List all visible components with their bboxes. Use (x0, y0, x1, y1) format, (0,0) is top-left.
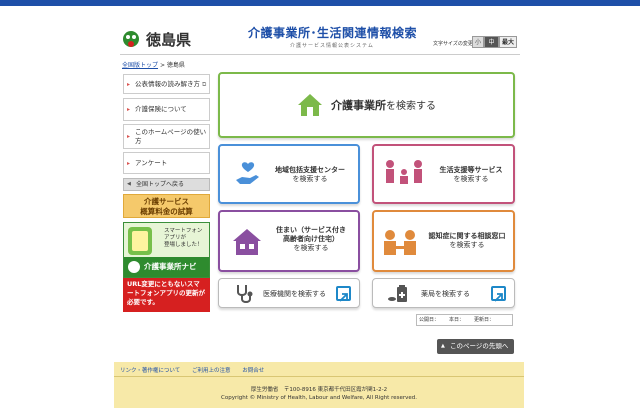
font-size-medium-button[interactable]: 中 (484, 36, 499, 48)
sidebar-item-label: 公表情報の読み解き方 (135, 79, 200, 88)
breadcrumb-separator: > (159, 62, 165, 69)
site-subtitle: 介護サービス情報公表システム (290, 43, 374, 49)
house-icon (298, 94, 322, 116)
hand-heart-icon (236, 162, 259, 184)
breadcrumb-home-link[interactable]: 全国版トップ (122, 62, 158, 69)
tokushima-mascot-logo (123, 31, 139, 47)
published-date: 公開日： (419, 317, 440, 323)
fee-estimate-banner[interactable]: 介護サービス 概算料金の試算 (123, 194, 210, 218)
search-care-facilities-button[interactable]: 介護事業所を検索する (218, 72, 515, 138)
search-pharmacies-button[interactable]: 薬局を検索する (372, 278, 515, 308)
card-label: 地域包括支援センター を検索する (264, 166, 356, 184)
card-suffix: を検索する (293, 244, 329, 252)
housing-icon (233, 229, 261, 255)
date-info: 公開日： 本日： 更新日： (416, 314, 513, 326)
today-date: 本日： (449, 317, 465, 323)
primary-search-suffix: を検索する (386, 101, 436, 112)
sidebar-item-label: このホームページの使い方 (135, 127, 207, 145)
updated-date: 更新日： (474, 317, 495, 323)
stethoscope-icon (237, 285, 253, 303)
primary-search-name: 介護事業所 (331, 99, 386, 112)
medicine-bottle-icon (388, 285, 407, 302)
card-name-line2: 高齢者向け住宅） (283, 235, 339, 243)
search-community-support-center-card[interactable]: 地域包括支援センター を検索する (218, 144, 360, 204)
footer-divider (114, 376, 524, 377)
top-accent-bar (0, 0, 640, 6)
app-text-line3: 登場しました！ (164, 242, 203, 248)
site-title[interactable]: 介護事業所･生活関連情報検索 (248, 24, 417, 41)
external-link-icon: ⧉ (202, 80, 207, 88)
footer-links: リンク・著作権について ご利用上の注意 お問合せ (120, 366, 274, 374)
app-name-bar: 介護事業所ナビ (124, 257, 209, 277)
card-suffix: を検索する (449, 241, 485, 249)
app-banner-text: スマートフォン アプリが 登場しました！ (164, 228, 203, 249)
smartphone-screen-icon (132, 231, 148, 251)
footer-copyright: Copyright © Ministry of Health, Labour a… (221, 395, 417, 401)
page-top-button[interactable]: このページの先頭へ (437, 339, 514, 354)
pharmacy-search-label: 薬局を検索する (421, 290, 470, 298)
footer-link-contact[interactable]: お問合せ (242, 368, 264, 374)
card-suffix: を検索する (453, 175, 489, 183)
fee-banner-line1: 介護サービス (144, 197, 189, 206)
card-name-line1: 住まい（サービス付き (276, 226, 346, 234)
search-senior-housing-card[interactable]: 住まい（サービス付き 高齢者向け住宅） を検索する (218, 210, 360, 272)
caregivers-icon (386, 160, 422, 184)
sidebar-item-insurance[interactable]: 介護保険について (123, 98, 210, 121)
app-text-line1: スマートフォン (164, 228, 203, 234)
url-change-notice[interactable]: URL変更にともないスマートフォンアプリの更新が必要です。 (123, 278, 210, 312)
card-label: 認知症に関する相談窓口 を検索する (422, 232, 512, 250)
consultation-icon (384, 230, 416, 255)
card-suffix: を検索する (292, 175, 328, 183)
card-label: 生活支援等サービス を検索する (430, 166, 512, 184)
font-size-large-button[interactable]: 最大 (499, 36, 517, 48)
prefecture-name: 徳島県 (146, 31, 192, 49)
medical-search-label: 医療機関を検索する (263, 290, 326, 298)
external-link-icon (336, 286, 351, 302)
fee-banner-line2: 概算料金の試算 (140, 207, 193, 216)
font-size-small-button[interactable]: 小 (472, 36, 484, 48)
sidebar-item-label: 介護保険について (135, 105, 187, 113)
footer-organization: 厚生労働省 〒100-8916 東京都千代田区霞が関1-2-2 (250, 387, 388, 393)
footer-link-terms[interactable]: ご利用上の注意 (192, 368, 231, 374)
sidebar-item-reading-guide[interactable]: 公表情報の読み解き方⧉ (123, 74, 210, 94)
app-name: 介護事業所ナビ (144, 262, 197, 271)
card-label: 住まい（サービス付き 高齢者向け住宅） を検索する (266, 226, 356, 253)
header-divider (120, 54, 520, 55)
card-name: 認知症に関する相談窓口 (428, 232, 506, 240)
footer: リンク・著作権について ご利用上の注意 お問合せ 厚生労働省 〒100-8916… (114, 362, 524, 408)
search-medical-institutions-button[interactable]: 医療機関を検索する (218, 278, 360, 308)
breadcrumb-current: 徳島県 (166, 62, 185, 69)
smartphone-app-banner[interactable]: スマートフォン アプリが 登場しました！ 介護事業所ナビ (123, 222, 210, 278)
primary-search-label: 介護事業所を検索する (331, 97, 436, 113)
external-link-icon (491, 286, 506, 302)
search-dementia-consultation-card[interactable]: 認知症に関する相談窓口 を検索する (372, 210, 515, 272)
sidebar-item-label: アンケート (135, 158, 168, 167)
footer-link-copyright[interactable]: リンク・著作権について (120, 368, 180, 374)
font-size-label: 文字サイズの変更 (433, 41, 473, 47)
card-name: 地域包括支援センター (275, 166, 345, 174)
sidebar-item-survey[interactable]: アンケート (123, 152, 210, 174)
search-life-support-services-card[interactable]: 生活支援等サービス を検索する (372, 144, 515, 204)
sidebar-item-how-to-use[interactable]: このホームページの使い方 (123, 124, 210, 149)
app-text-line2: アプリが (164, 235, 187, 241)
back-to-national-top-button[interactable]: 全国トップへ戻る (123, 178, 210, 191)
app-logo-icon (128, 261, 140, 273)
card-name: 生活支援等サービス (439, 166, 503, 174)
breadcrumb: 全国版トップ > 徳島県 (122, 60, 185, 69)
